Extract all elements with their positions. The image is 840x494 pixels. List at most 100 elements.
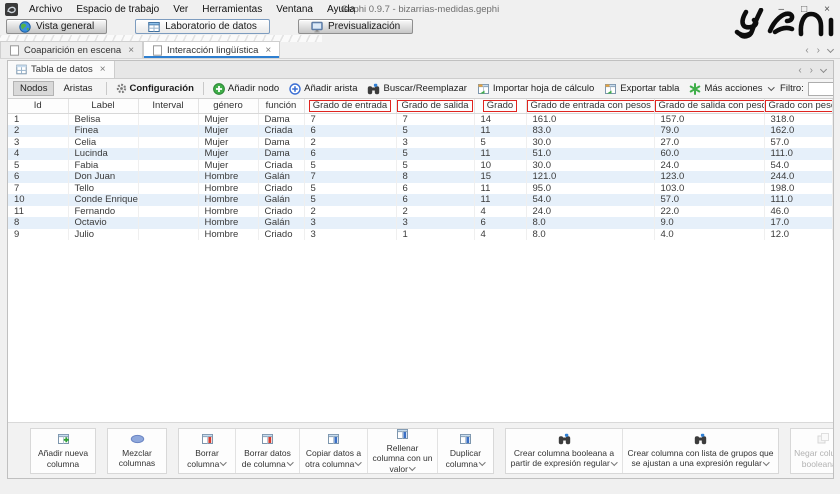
table-cell[interactable]: 3: [304, 217, 396, 229]
table-cell[interactable]: 54.0: [526, 194, 654, 206]
table-cell[interactable]: Mujer: [198, 160, 258, 172]
table-row[interactable]: 8OctavioHombreGalán3368.09.017.0: [8, 217, 832, 229]
table-cell[interactable]: 7: [396, 113, 474, 125]
table-cell[interactable]: 4: [8, 148, 68, 160]
table-cell[interactable]: Mujer: [198, 125, 258, 137]
table-cell[interactable]: 3: [396, 217, 474, 229]
table-cell[interactable]: 95.0: [526, 183, 654, 195]
borrar-columna-button[interactable]: Borrar columna: [179, 429, 235, 473]
table-cell[interactable]: Hombre: [198, 229, 258, 241]
table-cell[interactable]: 111.0: [764, 194, 832, 206]
tab-next-icon[interactable]: ›: [817, 45, 820, 56]
table-cell[interactable]: 244.0: [764, 171, 832, 183]
table-cell[interactable]: Don Juan: [68, 171, 138, 183]
table-cell[interactable]: 11: [474, 125, 526, 137]
table-cell[interactable]: 57.0: [654, 194, 764, 206]
anadir-nodo-button[interactable]: Añadir nodo: [210, 81, 282, 96]
table-cell[interactable]: 11: [8, 206, 68, 218]
workspace-tab-interaccion-linguistica[interactable]: Interacción lingüística×: [143, 41, 280, 58]
table-cell[interactable]: 14: [474, 113, 526, 125]
table-cell[interactable]: 4: [474, 229, 526, 241]
table-cell[interactable]: 10: [474, 160, 526, 172]
table-cell[interactable]: 6: [474, 217, 526, 229]
minimize-button[interactable]: –: [779, 4, 785, 15]
table-cell[interactable]: 111.0: [764, 148, 832, 160]
close-icon[interactable]: ×: [128, 45, 134, 56]
tab-next-icon[interactable]: ›: [810, 65, 813, 76]
negar-columna-booleana-button[interactable]: Negar columna booleana: [791, 429, 834, 473]
table-cell[interactable]: Celia: [68, 137, 138, 149]
column-header-grado-de-salida[interactable]: Grado de salida: [396, 99, 474, 113]
table-cell[interactable]: 11: [474, 183, 526, 195]
table-cell[interactable]: 103.0: [654, 183, 764, 195]
table-cell[interactable]: 162.0: [764, 125, 832, 137]
table-cell[interactable]: 6: [396, 183, 474, 195]
table-cell[interactable]: 30.0: [526, 160, 654, 172]
borrar-datos-de-columna-button[interactable]: Borrar datos de columna: [235, 429, 299, 473]
maximize-button[interactable]: □: [801, 4, 807, 15]
table-cell[interactable]: 1: [8, 113, 68, 125]
table-cell[interactable]: 5: [304, 183, 396, 195]
table-cell[interactable]: 4: [474, 206, 526, 218]
table-cell[interactable]: Criado: [258, 206, 304, 218]
table-cell[interactable]: 3: [8, 137, 68, 149]
table-cell[interactable]: Mujer: [198, 113, 258, 125]
table-cell[interactable]: 198.0: [764, 183, 832, 195]
table-cell[interactable]: 5: [304, 194, 396, 206]
column-header-grado-de-salida-con-pesos[interactable]: Grado de salida con pesos: [654, 99, 764, 113]
table-cell[interactable]: 11: [474, 194, 526, 206]
table-cell[interactable]: 7: [304, 113, 396, 125]
table-cell[interactable]: 22.0: [654, 206, 764, 218]
table-cell[interactable]: Dama: [258, 137, 304, 149]
table-cell[interactable]: 9.0: [654, 217, 764, 229]
table-cell[interactable]: 5: [474, 137, 526, 149]
column-header-grado-con-pesos[interactable]: Grado con pesos: [764, 99, 832, 113]
table-cell[interactable]: 10: [8, 194, 68, 206]
table-row[interactable]: 11FernandoHombreCriado22424.022.046.0: [8, 206, 832, 218]
table-cell[interactable]: [138, 148, 198, 160]
table-cell[interactable]: Galán: [258, 194, 304, 206]
table-cell[interactable]: Julio: [68, 229, 138, 241]
table-cell[interactable]: 30.0: [526, 137, 654, 149]
table-cell[interactable]: 2: [396, 206, 474, 218]
anadir-nueva-columna-button[interactable]: Añadir nueva columna: [31, 429, 95, 473]
view-button-vista-general[interactable]: Vista general: [6, 19, 107, 34]
table-cell[interactable]: 318.0: [764, 113, 832, 125]
chevron-down-icon[interactable]: [827, 45, 834, 52]
column-header-grado-de-entrada-con-pesos[interactable]: Grado de entrada con pesos: [526, 99, 654, 113]
table-cell[interactable]: [138, 194, 198, 206]
panel-tab-tabla-de-datos[interactable]: Tabla de datos×: [8, 60, 115, 78]
table-cell[interactable]: 57.0: [764, 137, 832, 149]
menu-ver[interactable]: Ver: [166, 4, 195, 15]
column-header-label[interactable]: Label: [68, 99, 138, 113]
menu-espacio-de-trabajo[interactable]: Espacio de trabajo: [69, 4, 166, 15]
mezclar-columnas-button[interactable]: Mezclar columnas: [108, 429, 166, 473]
table-cell[interactable]: 54.0: [764, 160, 832, 172]
table-row[interactable]: 3CeliaMujerDama23530.027.057.0: [8, 137, 832, 149]
table-row[interactable]: 5FabiaMujerCriada551030.024.054.0: [8, 160, 832, 172]
table-cell[interactable]: 161.0: [526, 113, 654, 125]
table-cell[interactable]: 4.0: [654, 229, 764, 241]
table-cell[interactable]: 8.0: [526, 229, 654, 241]
table-cell[interactable]: Hombre: [198, 183, 258, 195]
table-cell[interactable]: 3: [396, 137, 474, 149]
table-cell[interactable]: Hombre: [198, 206, 258, 218]
table-cell[interactable]: 24.0: [654, 160, 764, 172]
table-cell[interactable]: 8.0: [526, 217, 654, 229]
table-cell[interactable]: 9: [8, 229, 68, 241]
importar-hoja-de-calculo-button[interactable]: Importar hoja de cálculo: [474, 81, 597, 96]
crear-columna-booleana-a-partir-de-expresion-regular-button[interactable]: Crear columna booleana a partir de expre…: [506, 429, 622, 473]
menu-ayuda[interactable]: Ayuda: [320, 4, 362, 15]
table-cell[interactable]: [138, 183, 198, 195]
table-cell[interactable]: Hombre: [198, 194, 258, 206]
view-button-previsualizacion[interactable]: Previsualización: [298, 19, 413, 34]
table-cell[interactable]: 121.0: [526, 171, 654, 183]
table-cell[interactable]: 7: [304, 171, 396, 183]
menu-herramientas[interactable]: Herramientas: [195, 4, 269, 15]
table-cell[interactable]: 46.0: [764, 206, 832, 218]
table-cell[interactable]: 15: [474, 171, 526, 183]
mas-acciones-button[interactable]: Más acciones: [686, 81, 777, 96]
table-cell[interactable]: 8: [396, 171, 474, 183]
table-cell[interactable]: Tello: [68, 183, 138, 195]
chevron-down-icon[interactable]: [820, 65, 827, 72]
